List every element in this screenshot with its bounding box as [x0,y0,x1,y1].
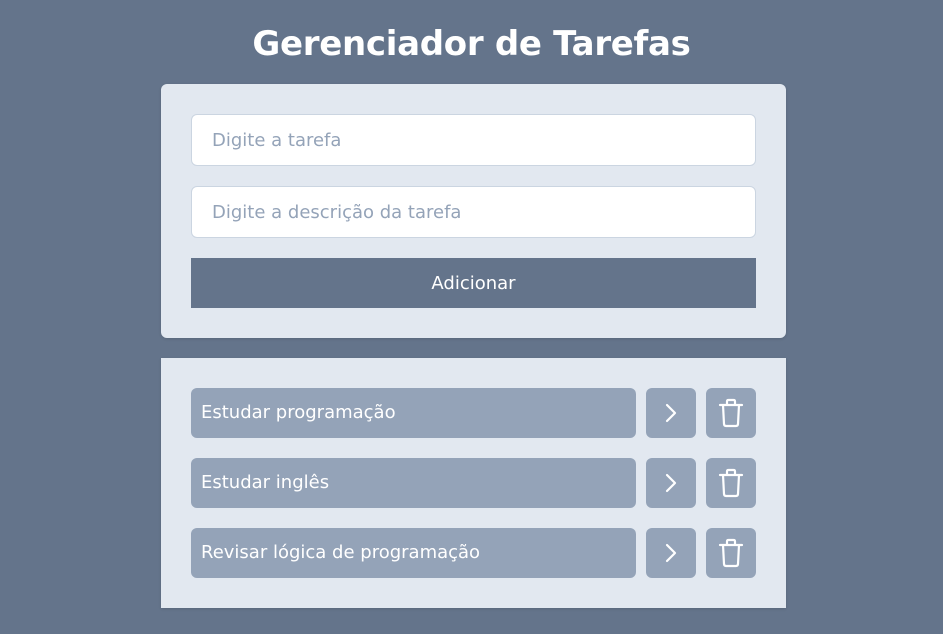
chevron-right-icon [665,403,677,423]
chevron-right-icon [665,473,677,493]
task-delete-button[interactable] [706,388,756,438]
task-item: Revisar lógica de programação [191,528,756,578]
task-description-input[interactable] [191,186,756,238]
add-task-button[interactable]: Adicionar [191,258,756,308]
chevron-right-icon [665,543,677,563]
task-title-input[interactable] [191,114,756,166]
trash-icon [718,468,744,498]
task-detail-button[interactable] [646,458,696,508]
page-title: Gerenciador de Tarefas [252,24,691,64]
task-title-button[interactable]: Estudar programação [191,388,636,438]
task-detail-button[interactable] [646,388,696,438]
task-item: Estudar programação [191,388,756,438]
task-delete-button[interactable] [706,528,756,578]
task-title-button[interactable]: Revisar lógica de programação [191,528,636,578]
task-delete-button[interactable] [706,458,756,508]
trash-icon [718,398,744,428]
task-list-card: Estudar programação Estudar inglês Revis… [161,358,786,608]
task-form-card: Adicionar [161,84,786,338]
task-title-button[interactable]: Estudar inglês [191,458,636,508]
trash-icon [718,538,744,568]
task-item: Estudar inglês [191,458,756,508]
task-detail-button[interactable] [646,528,696,578]
